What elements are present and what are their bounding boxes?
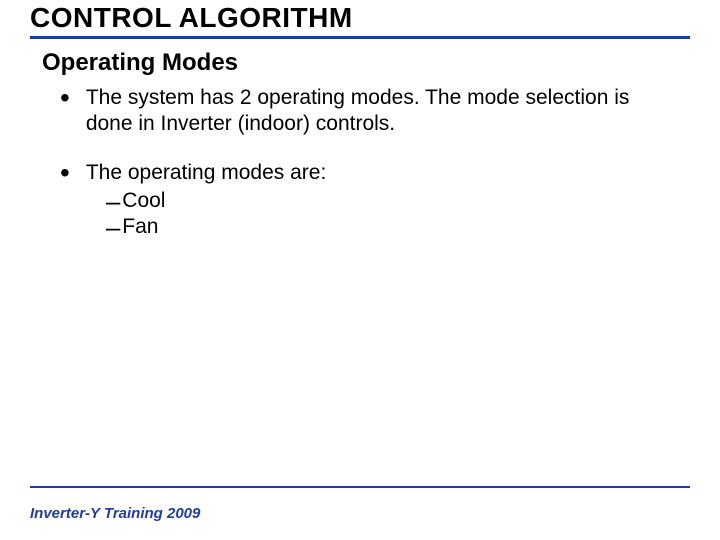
bullet-icon: • [60,166,70,180]
bullet-body: The operating modes are: – Cool – Fan [86,160,326,241]
page-title: CONTROL ALGORITHM [30,2,720,34]
bullet-list: • The system has 2 operating modes. The … [60,85,720,240]
list-item: • The operating modes are: – Cool – Fan [60,160,720,241]
dash-icon: – [106,188,120,214]
sub-list-item: – Fan [86,214,326,240]
title-underline [30,36,690,39]
bullet-icon: • [60,91,70,105]
bullet-text: The system has 2 operating modes. The mo… [86,85,646,138]
sub-item-text: Fan [122,214,158,240]
dash-icon: – [106,214,120,240]
title-block: CONTROL ALGORITHM [0,0,720,34]
list-item: • The system has 2 operating modes. The … [60,85,720,138]
section-subtitle: Operating Modes [42,49,720,77]
slide: CONTROL ALGORITHM Operating Modes • The … [0,0,720,540]
sub-item-text: Cool [122,188,165,214]
footer-text: Inverter-Y Training 2009 [30,505,200,522]
sub-list-item: – Cool [86,188,326,214]
footer-divider [30,486,690,488]
sub-list: – Cool – Fan [86,188,326,241]
bullet-text: The operating modes are: [86,160,326,186]
